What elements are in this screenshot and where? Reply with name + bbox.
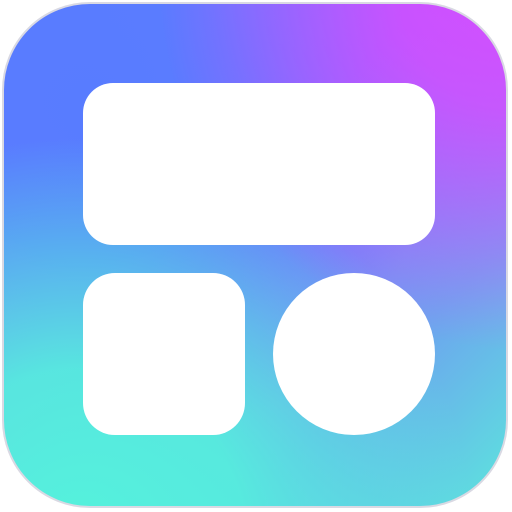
square-widget-tile [83,273,245,435]
wide-widget-tile [83,83,435,245]
circle-widget-tile [273,273,435,435]
widget-layout-icon [2,2,508,508]
